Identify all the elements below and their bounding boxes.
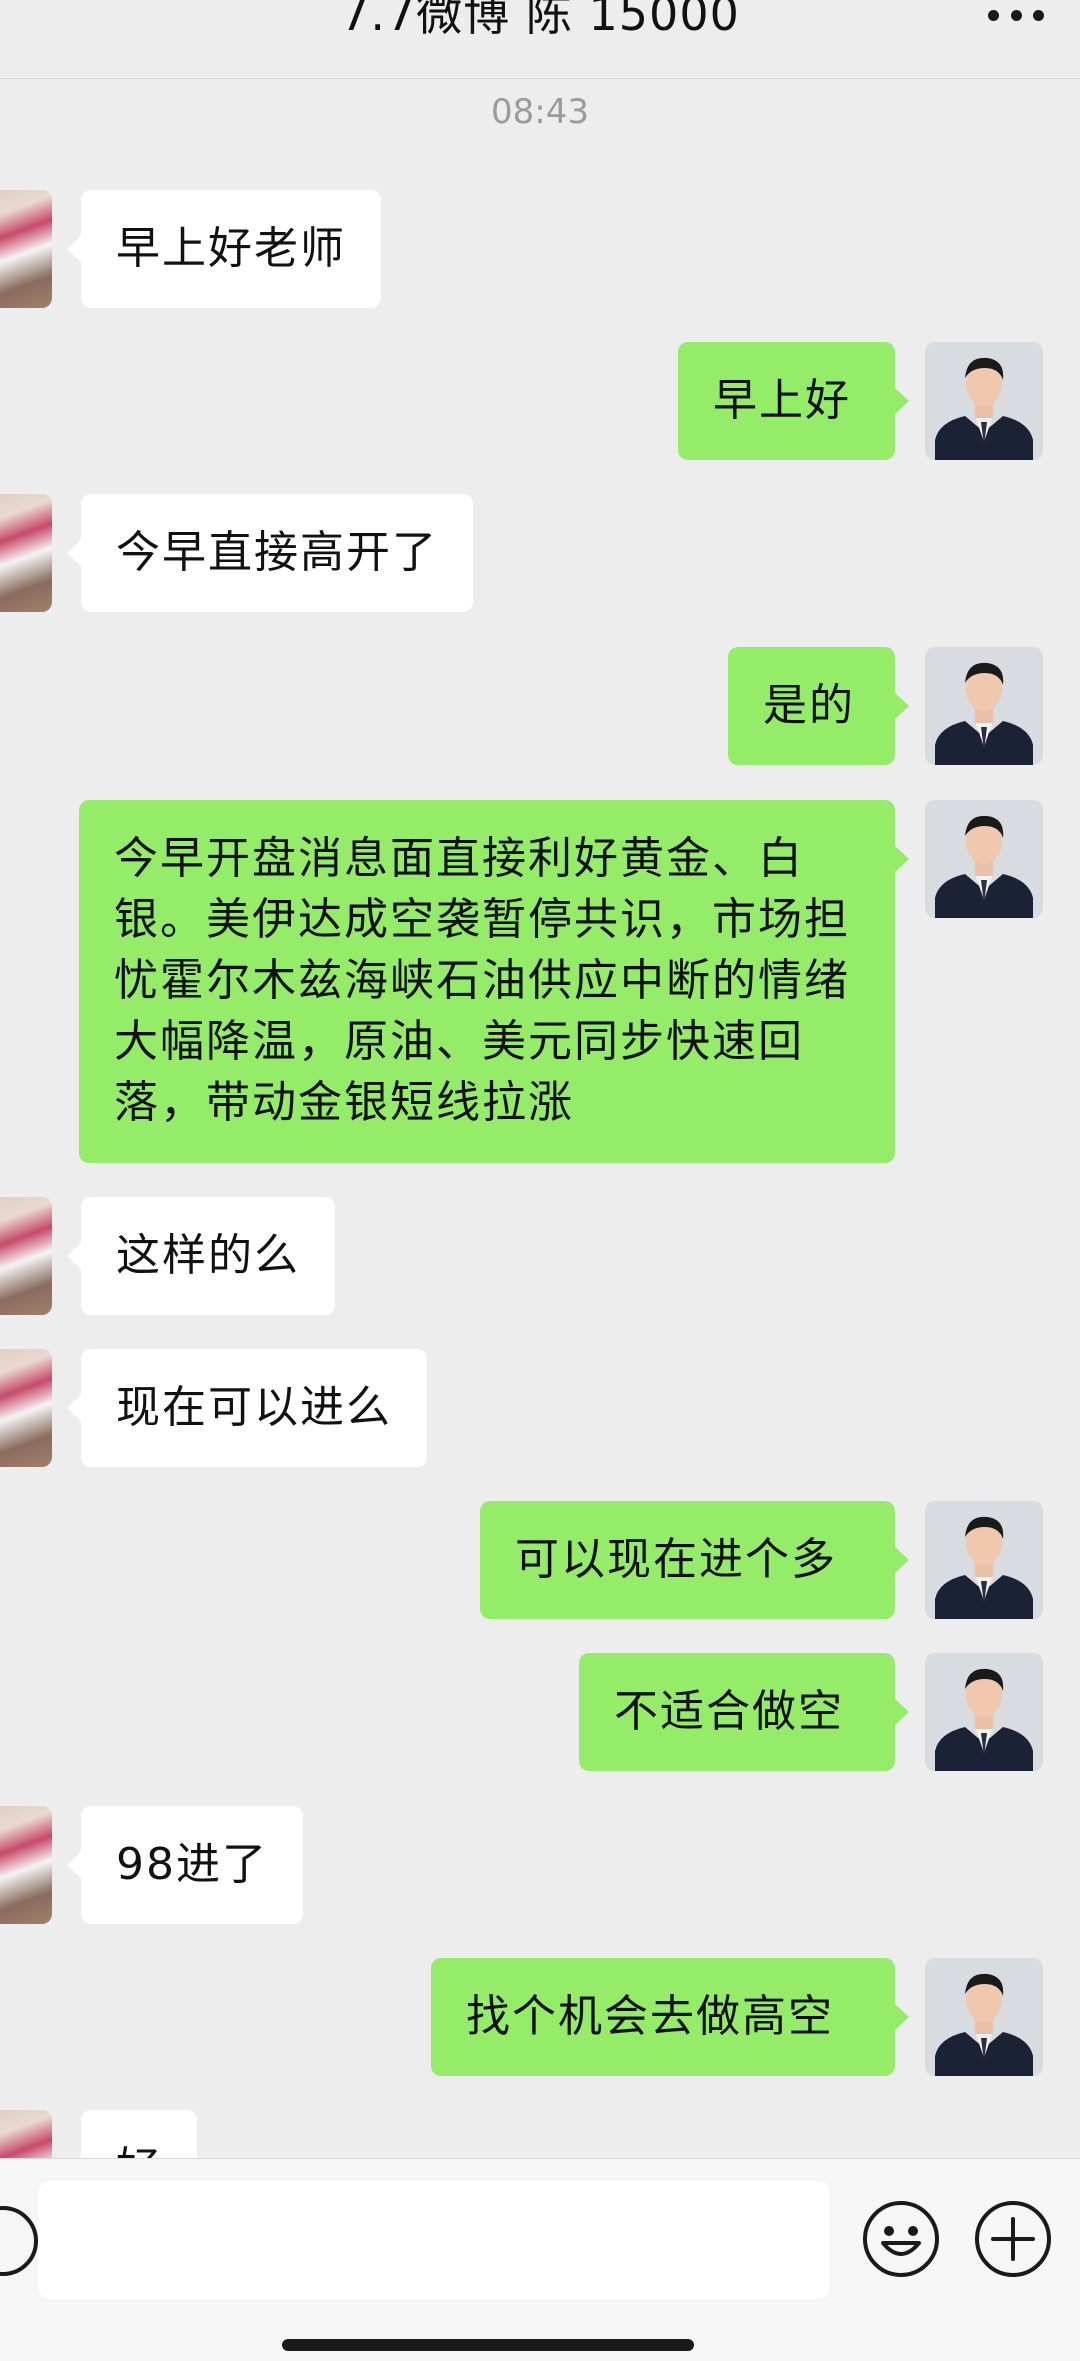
input-bar bbox=[0, 2158, 1080, 2361]
chat-header: 7.7微博 陈 15000 bbox=[0, 0, 1080, 79]
incoming-message[interactable]: 现在可以进么 bbox=[67, 1349, 427, 1467]
chat-screen: 7.7微博 陈 15000 08:43 早上好老师 早上好 今早直接高开了 是的 bbox=[0, 0, 1080, 2361]
incoming-message[interactable]: 早上好老师 bbox=[67, 190, 381, 308]
more-dots-icon[interactable] bbox=[988, 0, 1044, 30]
voice-icon[interactable] bbox=[0, 2206, 38, 2276]
chat-title: 7.7微博 陈 15000 bbox=[340, 0, 740, 41]
contact-avatar[interactable] bbox=[0, 494, 52, 612]
contact-avatar[interactable] bbox=[0, 1806, 52, 1924]
outgoing-message[interactable]: 不适合做空 bbox=[579, 1653, 909, 1771]
my-avatar[interactable] bbox=[925, 647, 1043, 765]
outgoing-message[interactable]: 找个机会去做高空 bbox=[431, 1958, 909, 2076]
my-avatar[interactable] bbox=[925, 1958, 1043, 2076]
incoming-message[interactable]: 这样的么 bbox=[67, 1197, 335, 1315]
message-input[interactable] bbox=[38, 2181, 830, 2299]
contact-avatar[interactable] bbox=[0, 190, 52, 308]
my-avatar[interactable] bbox=[925, 800, 1043, 918]
my-avatar[interactable] bbox=[925, 342, 1043, 460]
my-avatar[interactable] bbox=[925, 1653, 1043, 1771]
home-indicator[interactable] bbox=[282, 2339, 694, 2351]
message-timestamp: 08:43 bbox=[491, 92, 589, 132]
outgoing-message[interactable]: 今早开盘消息面直接利好黄金、白银。美伊达成空袭暂停共识，市场担忧霍尔木兹海峡石油… bbox=[79, 800, 909, 1163]
outgoing-message[interactable]: 早上好 bbox=[678, 342, 909, 460]
emoji-icon[interactable] bbox=[861, 2199, 941, 2279]
contact-avatar[interactable] bbox=[0, 1197, 52, 1315]
contact-avatar[interactable] bbox=[0, 1349, 52, 1467]
incoming-message[interactable]: 今早直接高开了 bbox=[67, 494, 473, 612]
my-avatar[interactable] bbox=[925, 1501, 1043, 1619]
outgoing-message[interactable]: 是的 bbox=[728, 647, 909, 765]
outgoing-message[interactable]: 可以现在进个多 bbox=[480, 1501, 909, 1619]
incoming-message[interactable]: 98进了 bbox=[67, 1806, 303, 1924]
plus-icon[interactable] bbox=[973, 2199, 1053, 2279]
